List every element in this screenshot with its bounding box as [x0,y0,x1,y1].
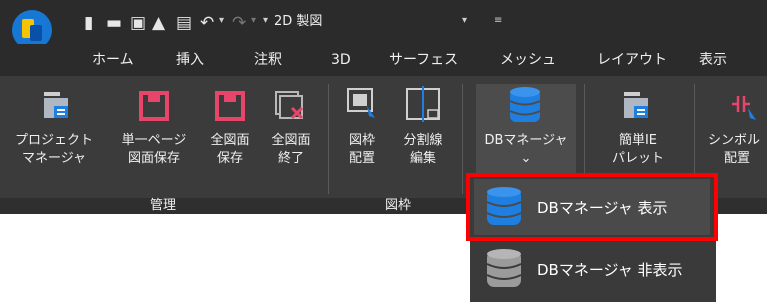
single-page-save-label2[interactable]: 図面保存 [104,151,204,167]
split-line-edit-icon[interactable] [404,86,442,124]
database-icon [508,86,542,126]
project-manager-icon[interactable] [42,90,72,122]
tab-insert[interactable]: 挿入 [176,51,204,69]
symbol-place-label2[interactable]: 配置 [704,151,767,167]
simple-ie-palette-label1[interactable]: 簡単IE [598,133,678,149]
workspace-select[interactable]: 2D 製図 [274,13,322,31]
symbol-place-icon[interactable] [728,90,764,124]
database-hide-icon [484,248,524,290]
frame-place-label1[interactable]: 図枠 [340,133,384,149]
redo-icon[interactable]: ↷ [232,13,246,33]
simple-ie-palette-icon[interactable] [622,90,652,122]
frame-place-icon[interactable] [345,86,379,122]
menu-item-db-manager-hide[interactable]: DBマネージャ 非表示 [537,260,683,280]
close-all-label2[interactable]: 終了 [260,151,322,167]
workspace-dropdown-left-icon[interactable]: ▾ [263,15,268,26]
group-label-manage: 管理 [150,198,177,213]
save-as-icon[interactable]: ▲ [152,13,165,33]
close-all-label1[interactable]: 全図面 [260,133,322,149]
db-manager-label[interactable]: DBマネージャ [476,133,576,149]
tab-surface[interactable]: サーフェス [389,51,458,69]
project-manager-label1[interactable]: プロジェクト [6,133,102,149]
simple-ie-palette-label2[interactable]: パレット [598,151,678,167]
tab-3d[interactable]: 3D [331,51,351,69]
save-all-label1[interactable]: 全図面 [198,133,262,149]
tab-mesh[interactable]: メッシュ [500,51,556,69]
group-separator [462,84,463,194]
highlight-box [466,173,718,241]
group-label-frame: 図枠 [385,198,412,213]
split-line-edit-label2[interactable]: 編集 [392,151,454,167]
db-manager-dropdown-chevron[interactable]: ⌄ [476,151,576,167]
project-manager-label2[interactable]: マネージャ [6,151,102,167]
undo-icon[interactable]: ↶ [200,13,214,33]
customize-toolbar-icon[interactable]: ≡ [494,15,502,26]
single-page-save-label1[interactable]: 単一ページ [104,133,204,149]
single-page-save-icon[interactable] [138,90,170,122]
group-separator [328,84,329,194]
new-file-icon[interactable]: ▮ [84,13,93,33]
save-all-icon[interactable] [214,90,246,122]
close-all-icon[interactable] [274,90,308,124]
symbol-place-label1[interactable]: シンボル [704,133,767,149]
workspace-dropdown-icon[interactable]: ▾ [462,15,467,26]
undo-dropdown-icon[interactable]: ▾ [219,15,224,26]
tab-annotate[interactable]: 注釈 [254,51,282,69]
tab-view[interactable]: 表示 [699,51,727,69]
redo-dropdown-icon[interactable]: ▾ [251,15,256,26]
tab-home[interactable]: ホーム [92,51,134,69]
open-folder-icon[interactable]: ▬ [106,13,122,33]
save-icon[interactable]: ▣ [130,13,146,33]
split-line-edit-label1[interactable]: 分割線 [392,133,454,149]
frame-place-label2[interactable]: 配置 [340,151,384,167]
save-all-label2[interactable]: 保存 [198,151,262,167]
print-icon[interactable]: ▤ [176,13,192,33]
tab-layout[interactable]: レイアウト [597,51,667,69]
